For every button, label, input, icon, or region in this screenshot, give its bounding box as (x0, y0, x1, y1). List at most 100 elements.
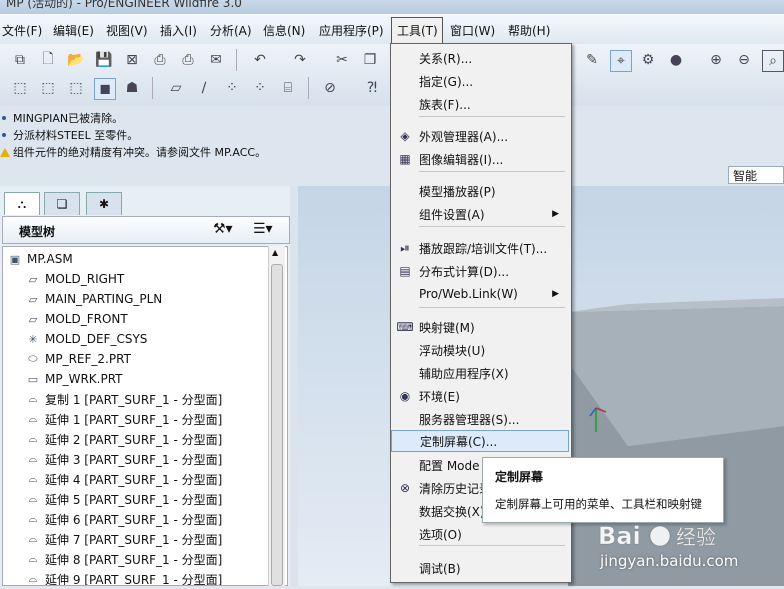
scroll-thumb[interactable] (271, 264, 283, 586)
menu-item[interactable]: 服务器管理器(S)... (391, 408, 569, 430)
spin-center-icon[interactable]: ⚙ (638, 50, 658, 70)
menu-item-spacer (397, 365, 413, 381)
tree-item[interactable]: ⬭ MP_REF_2.PRT (25, 349, 131, 369)
menu-item[interactable]: 组件设置(A) ▶ (391, 203, 569, 225)
menu-window[interactable]: 窗口(W) (450, 22, 495, 39)
menu-item[interactable]: 调试(B) (391, 557, 569, 579)
menu-item[interactable]: ◈ 外观管理器(A)... (391, 125, 569, 147)
print-icon[interactable]: ⎙ (178, 50, 198, 70)
shaded-icon[interactable]: ◼ (94, 78, 116, 100)
tree-settings-icon[interactable]: ⚒▾ (213, 221, 233, 237)
undo-icon[interactable]: ↶ (250, 50, 270, 70)
menu-item[interactable]: 模型播放器(P) (391, 180, 569, 202)
menu-info[interactable]: 信息(N) (263, 22, 305, 39)
cut-icon[interactable]: ✂ (332, 50, 352, 70)
hidden-line-icon[interactable]: ⬚ (38, 78, 58, 98)
menu-item[interactable]: ⌨ 映射键(M) (391, 316, 569, 338)
warning-icon (0, 147, 10, 157)
tree-item[interactable]: ▣ MP.ASM (7, 249, 73, 269)
menu-insert[interactable]: 插入(I) (160, 22, 197, 39)
menu-item[interactable]: ▦ 图像编辑器(I)... (391, 148, 569, 170)
refit-icon[interactable]: ⌕ (762, 50, 784, 72)
menu-item[interactable]: 选项(O) (391, 523, 569, 545)
hide-icon[interactable]: ⊘ (320, 78, 340, 98)
annotation-icon[interactable]: ⌸ (278, 78, 298, 98)
model-tree-icon[interactable]: ☗ (122, 78, 142, 98)
tree-item[interactable]: ⌓ 延伸 3 [PART_SURF_1 - 分型面] (25, 449, 223, 469)
tree-item[interactable]: ⌓ 复制 1 [PART_SURF_1 - 分型面] (25, 389, 223, 409)
scroll-up-icon[interactable]: ▲ (272, 248, 278, 257)
regenerate-icon[interactable]: ⎙ (150, 50, 170, 70)
datum-axes-icon[interactable]: ∕ (194, 78, 214, 98)
svg-text:经验: 经验 (676, 525, 716, 549)
menu-item-label: 浮动模块(U) (419, 343, 486, 358)
image-editor-icon: ▦ (399, 152, 411, 166)
tree-item[interactable]: ⌓ 延伸 5 [PART_SURF_1 - 分型面] (25, 489, 223, 509)
menu-item[interactable]: 辅助应用程序(X) (391, 362, 569, 384)
zoom-in-icon[interactable]: ⊕ (706, 50, 726, 70)
zoom-out-icon[interactable]: ⊖ (734, 50, 754, 70)
save-icon[interactable]: 💾 (94, 50, 114, 70)
workpiece-icon: ▭ (27, 372, 39, 386)
tab-model-tree-icon[interactable]: ⛬ (4, 192, 40, 215)
tree-item-label: MP.ASM (27, 252, 73, 266)
open-folder-icon[interactable]: 📂 (66, 50, 86, 70)
menu-item[interactable]: 浮动模块(U) (391, 339, 569, 361)
tree-item[interactable]: ✳ MOLD_DEF_CSYS (25, 329, 147, 349)
menu-item[interactable]: ▤ 分布式计算(D)... (391, 260, 569, 282)
tree-item[interactable]: ⌓ 延伸 4 [PART_SURF_1 - 分型面] (25, 469, 223, 489)
menu-item[interactable]: 指定(G)... (391, 70, 569, 92)
tree-item[interactable]: ⌓ 延伸 1 [PART_SURF_1 - 分型面] (25, 409, 223, 429)
menu-item[interactable]: 族表(F)... (391, 93, 569, 115)
menu-item[interactable]: 关系(R)... (391, 47, 569, 69)
datum-points-icon[interactable]: ⁘ (222, 78, 242, 98)
panel-splitter[interactable] (290, 186, 298, 586)
tree-scrollbar[interactable]: ▲ (268, 246, 285, 586)
redo-icon[interactable]: ↷ (290, 50, 310, 70)
tree-item[interactable]: ⌓ 延伸 2 [PART_SURF_1 - 分型面] (25, 429, 223, 449)
wireframe-icon[interactable]: ⬚ (10, 78, 30, 98)
menu-item[interactable]: ⏯ 播放跟踪/培训文件(T)... (391, 237, 569, 259)
shading-icon[interactable]: ● (666, 50, 686, 70)
tree-item[interactable]: ▱ MOLD_FRONT (25, 309, 128, 329)
menu-tools[interactable]: 工具(T) (397, 22, 438, 39)
toolbar-separator (308, 77, 309, 99)
menu-view[interactable]: 视图(V) (106, 22, 148, 39)
no-hidden-icon[interactable]: ⬚ (66, 78, 86, 98)
close-window-icon[interactable]: ⊠ (122, 50, 142, 70)
menu-item[interactable]: ◉ 环境(E) (391, 385, 569, 407)
surface-icon: ⌓ (28, 432, 38, 445)
tree-item[interactable]: ▭ MP_WRK.PRT (25, 369, 123, 389)
tree-show-icon[interactable]: ☰▾ (253, 221, 273, 237)
tree-item[interactable]: ⌓ 延伸 7 [PART_SURF_1 - 分型面] (25, 529, 223, 549)
menu-item[interactable]: 定制屏幕(C)... (391, 430, 569, 452)
context-help-icon[interactable]: ⁈ (362, 78, 382, 98)
menu-file[interactable]: 文件(F) (2, 22, 42, 39)
email-icon[interactable]: ✉ (206, 50, 226, 70)
distributed-icon: ▤ (399, 264, 411, 278)
tree-item[interactable]: ⌓ 延伸 6 [PART_SURF_1 - 分型面] (25, 509, 223, 529)
datum-display-icon[interactable]: ⌖ (610, 50, 632, 72)
menu-item[interactable]: Pro/Web.Link(W) ▶ (391, 283, 569, 305)
tree-item[interactable]: ▱ MOLD_RIGHT (25, 269, 125, 289)
datum-planes-icon[interactable]: ▱ (166, 78, 186, 98)
menu-tools-active[interactable]: 工具(T) (391, 17, 443, 44)
copy-icon[interactable]: ❐ (360, 50, 380, 70)
sketch-icon[interactable]: ✎ (582, 50, 602, 70)
selection-filter[interactable]: 智能 (728, 166, 784, 184)
menu-applications[interactable]: 应用程序(P) (319, 22, 384, 39)
menu-edit[interactable]: 编辑(E) (53, 22, 94, 39)
menu-analysis[interactable]: 分析(A) (210, 22, 252, 39)
csys-display-icon[interactable]: ⁘ (250, 78, 270, 98)
tab-folder-browser-icon[interactable]: ❏ (44, 192, 80, 215)
tree-item-label: 延伸 8 [PART_SURF_1 - 分型面] (45, 552, 223, 567)
tree-item[interactable]: ▱ MAIN_PARTING_PLN (25, 289, 163, 309)
tree-item[interactable]: ⌓ 延伸 8 [PART_SURF_1 - 分型面] (25, 549, 223, 569)
assembly-icon[interactable]: ⧉ (10, 50, 30, 70)
new-file-icon[interactable]: 🗋 (38, 50, 58, 70)
tab-favorites-icon[interactable]: ✱ (86, 192, 122, 215)
tree-item[interactable]: ⌓ 延伸 9 [PART_SURF_1 - 分型面] (25, 569, 223, 585)
menu-help[interactable]: 帮助(H) (508, 22, 550, 39)
tree-item-label: MOLD_RIGHT (45, 272, 125, 286)
menu-item-label: 关系(R)... (419, 51, 473, 66)
